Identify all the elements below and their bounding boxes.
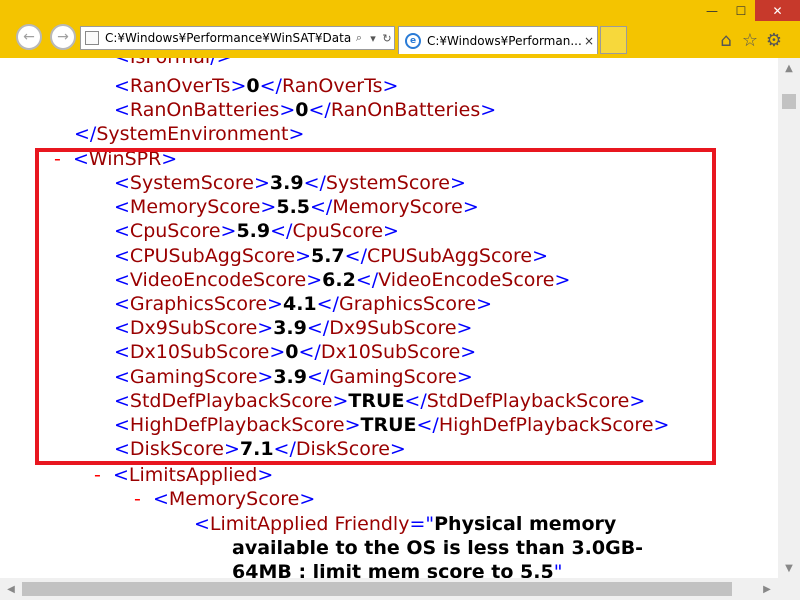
scroll-down-icon[interactable]: ▼ bbox=[778, 558, 800, 578]
highlight-box bbox=[35, 148, 716, 465]
chevron-down-icon[interactable]: ▾ bbox=[366, 32, 380, 45]
back-button[interactable]: ← bbox=[16, 24, 42, 50]
collapse-toggle-limitsapplied[interactable]: - bbox=[94, 464, 101, 486]
close-window-button[interactable]: ✕ bbox=[755, 0, 800, 21]
xml-line-memoryscore-limit: - <MemoryScore> bbox=[134, 488, 316, 510]
home-icon[interactable]: ⌂ bbox=[716, 30, 736, 51]
search-icon[interactable]: ⌕ bbox=[352, 31, 366, 45]
browser-toolbar: — ☐ ✕ ← → C:¥Windows¥Performance¥WinSAT¥… bbox=[0, 0, 800, 58]
scrollbar-corner bbox=[778, 578, 800, 600]
new-tab-button[interactable] bbox=[600, 26, 627, 54]
xml-line-limitapplied: <LimitApplied Friendly="Physical memory bbox=[194, 513, 617, 535]
xml-line-limitapplied-cont2: 64MB : limit mem score to 5.5" bbox=[232, 561, 563, 578]
collapse-toggle-memoryscore[interactable]: - bbox=[134, 488, 141, 510]
page-file-icon bbox=[85, 31, 99, 45]
scroll-up-icon[interactable]: ▲ bbox=[778, 58, 800, 78]
forward-button[interactable]: → bbox=[50, 24, 76, 50]
horizontal-scroll-thumb[interactable] bbox=[22, 582, 732, 596]
xml-line-isformal: <IsFormal/> bbox=[114, 58, 233, 69]
xml-line-limitsapplied: - <LimitsApplied> bbox=[94, 464, 274, 486]
horizontal-scrollbar[interactable]: ◀ ▶ bbox=[0, 578, 778, 600]
back-arrow-icon: ← bbox=[23, 29, 35, 45]
scroll-right-icon[interactable]: ▶ bbox=[756, 578, 778, 600]
star-icon[interactable]: ☆ bbox=[740, 30, 760, 51]
close-icon: ✕ bbox=[772, 3, 783, 18]
maximize-button[interactable]: ☐ bbox=[727, 0, 755, 21]
address-bar[interactable]: C:¥Windows¥Performance¥WinSAT¥Data ⌕ ▾ ↻ bbox=[80, 26, 395, 50]
vertical-scroll-thumb[interactable] bbox=[782, 94, 796, 109]
scroll-left-icon[interactable]: ◀ bbox=[0, 578, 22, 600]
gear-icon[interactable]: ⚙ bbox=[764, 30, 784, 51]
address-text[interactable]: C:¥Windows¥Performance¥WinSAT¥Data bbox=[105, 31, 352, 45]
forward-arrow-icon: → bbox=[57, 29, 69, 45]
tab-title: C:¥Windows¥Performan... bbox=[427, 33, 581, 48]
minimize-icon: — bbox=[706, 3, 718, 18]
vertical-scrollbar[interactable]: ▲ ▼ bbox=[778, 58, 800, 578]
xml-viewer: <IsFormal/> <RanOverTs>0</RanOverTs> <Ra… bbox=[0, 58, 778, 578]
maximize-icon: ☐ bbox=[735, 3, 747, 18]
minimize-button[interactable]: — bbox=[697, 0, 727, 21]
tab-close-icon[interactable]: × bbox=[581, 34, 597, 48]
ie-logo-icon: e bbox=[405, 32, 421, 49]
xml-line-ranoverts: <RanOverTs>0</RanOverTs> bbox=[114, 75, 399, 97]
refresh-icon[interactable]: ↻ bbox=[380, 32, 394, 45]
xml-line-systemenvironment-close: </SystemEnvironment> bbox=[74, 123, 305, 145]
xml-line-limitapplied-cont1: available to the OS is less than 3.0GB- bbox=[232, 537, 644, 559]
xml-line-ranonbatteries: <RanOnBatteries>0</RanOnBatteries> bbox=[114, 99, 497, 121]
tab-active[interactable]: e C:¥Windows¥Performan... × bbox=[398, 26, 598, 54]
